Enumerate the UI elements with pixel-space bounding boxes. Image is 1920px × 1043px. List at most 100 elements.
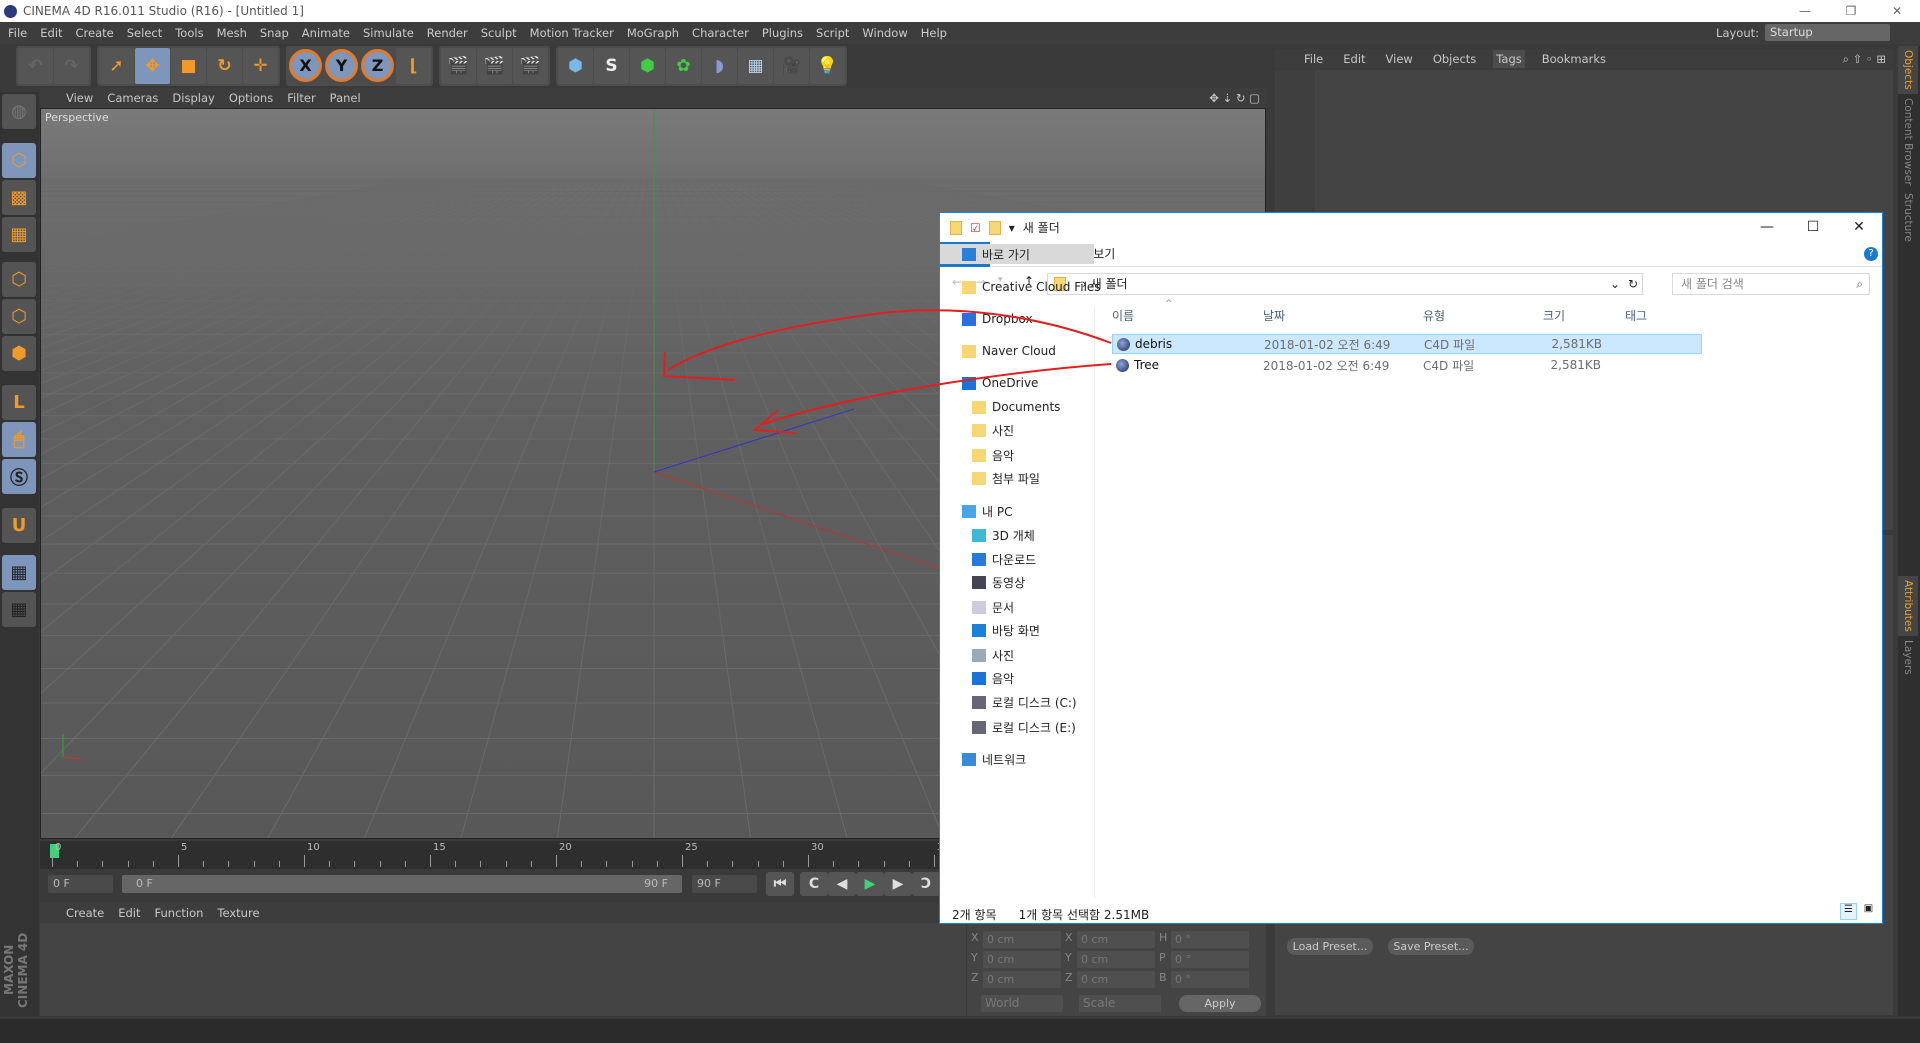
material-menu-create[interactable]: Create (66, 906, 104, 920)
material-menu-edit[interactable]: Edit (118, 906, 140, 920)
column-header-4[interactable]: 태그 (1625, 307, 1647, 324)
back-button[interactable]: ← (952, 275, 962, 289)
y-axis-lock-button[interactable]: Y (325, 49, 358, 82)
tab-attributes[interactable]: Attributes (1898, 576, 1918, 637)
menu-script[interactable]: Script (816, 26, 849, 40)
snap-magnet-button[interactable]: U (2, 508, 36, 543)
column-header-1[interactable]: 날짜 (1263, 307, 1285, 324)
nav-item[interactable]: 음악 (972, 668, 1014, 688)
new-folder-icon[interactable] (988, 220, 1001, 235)
previous-key-button[interactable]: C (800, 872, 828, 896)
viewport-nav-icons[interactable]: ✥ ⇣ ↻ ▢ (1209, 91, 1260, 105)
move-tool-button[interactable]: ✥ (135, 48, 170, 84)
coordinate-system-button[interactable]: ⌊ (396, 48, 431, 84)
subdivision-surface-button[interactable]: ⬢ (630, 48, 665, 84)
rotate-tool-button[interactable]: ↻ (207, 48, 242, 84)
explorer-minimize-button[interactable]: — (1744, 213, 1790, 242)
tweak-mode-button[interactable]: 🖱 (2, 422, 36, 457)
column-header-3[interactable]: 크기 (1543, 307, 1565, 324)
menu-render[interactable]: Render (427, 26, 468, 40)
viewport-menu-display[interactable]: Display (172, 91, 214, 105)
objects-menu-edit[interactable]: Edit (1340, 50, 1368, 68)
nav-item[interactable]: 음악 (972, 445, 1014, 465)
redo-button[interactable]: ↷ (54, 48, 89, 84)
refresh-icon[interactable]: ↻ (1628, 274, 1638, 294)
nav-item[interactable]: 동영상 (972, 572, 1025, 592)
end-frame-field[interactable]: 90 F (692, 875, 757, 893)
menu-animate[interactable]: Animate (302, 26, 350, 40)
objects-menu-view[interactable]: View (1383, 50, 1416, 68)
menu-mograph[interactable]: MoGraph (627, 26, 679, 40)
nav-item[interactable]: Creative Cloud Files (962, 277, 1101, 297)
nav-item[interactable]: 내 PC (962, 501, 1012, 521)
texture-mode-button[interactable]: ▩ (2, 180, 36, 215)
viewport-menu-view[interactable]: View (66, 91, 93, 105)
edges-mode-button[interactable]: ⬡ (2, 299, 36, 334)
workplane-align-button[interactable]: ▦ (2, 592, 36, 627)
nav-item[interactable]: 다운로드 (972, 549, 1036, 569)
deformer-button[interactable]: ◗ (702, 48, 737, 84)
objects-menu-bookmarks[interactable]: Bookmarks (1539, 50, 1609, 68)
menu-tools[interactable]: Tools (175, 26, 203, 40)
viewport-menu-options[interactable]: Options (229, 91, 273, 105)
menu-help[interactable]: Help (921, 26, 947, 40)
nav-item[interactable]: OneDrive (962, 373, 1038, 393)
scale-tool-button[interactable]: ■ (171, 48, 206, 84)
nav-item[interactable]: 로컬 디스크 (E:) (972, 717, 1076, 737)
search-input[interactable]: 새 폴더 검색 ⌕ (1672, 273, 1870, 295)
restore-button[interactable]: ❐ (1828, 0, 1874, 22)
column-header-0[interactable]: 이름 (1112, 307, 1134, 324)
help-icon[interactable]: ? (1864, 247, 1878, 261)
coord-field[interactable]: 0 cm (983, 951, 1061, 968)
nav-item[interactable]: 3D 개체 (972, 525, 1035, 545)
model-mode-button[interactable]: ⬡ (2, 143, 36, 178)
coord-mode-dropdown[interactable]: Scale (1079, 995, 1161, 1012)
nav-item[interactable]: 사진 (972, 420, 1014, 440)
save-preset-button[interactable]: Save Preset... (1388, 938, 1474, 955)
coord-field[interactable]: 0 cm (983, 931, 1061, 948)
column-header-2[interactable]: 유형 (1423, 307, 1445, 324)
menu-create[interactable]: Create (76, 26, 114, 40)
menu-select[interactable]: Select (127, 26, 162, 40)
previous-frame-button[interactable]: ◀ (828, 872, 856, 896)
viewport-menu-cameras[interactable]: Cameras (107, 91, 158, 105)
coord-field[interactable]: 0 cm (1077, 951, 1155, 968)
tab-layers[interactable]: Layers (1898, 636, 1918, 679)
polygons-mode-button[interactable]: ⬢ (2, 336, 36, 371)
nav-item[interactable]: 문서 (972, 597, 1014, 617)
nav-item[interactable]: 사진 (972, 645, 1014, 665)
address-bar[interactable]: › 새 폴더 ↻ ⌄ (1047, 273, 1643, 295)
close-button[interactable]: ✕ (1874, 0, 1920, 22)
nav-item[interactable]: 바탕 화면 (972, 620, 1040, 640)
explorer-maximize-button[interactable]: ☐ (1790, 213, 1836, 242)
render-view-button[interactable]: 🎬 (441, 48, 476, 84)
objects-menu-tags[interactable]: Tags (1493, 50, 1525, 68)
floor-button[interactable]: ▦ (738, 48, 773, 84)
light-button[interactable]: 💡 (810, 48, 845, 84)
axis-mode-button[interactable]: L (2, 385, 36, 420)
layout-dropdown[interactable]: Startup (1765, 24, 1890, 41)
material-menu-texture[interactable]: Texture (217, 906, 259, 920)
select-tool-button[interactable]: ➚ (99, 48, 134, 84)
workplane-mode-button[interactable]: ▦ (2, 217, 36, 252)
minimize-button[interactable]: — (1782, 0, 1828, 22)
soft-selection-button[interactable]: Ⓢ (2, 459, 36, 494)
make-editable-button[interactable]: ◍ (2, 94, 36, 129)
current-frame-field[interactable]: 0 F (48, 875, 113, 893)
nav-item[interactable]: 첨부 파일 (972, 468, 1040, 488)
tab-structure[interactable]: Structure (1898, 189, 1918, 246)
menu-window[interactable]: Window (862, 26, 907, 40)
coord-field[interactable]: 0 cm (1077, 971, 1155, 988)
material-menu-function[interactable]: Function (155, 906, 204, 920)
coord-field[interactable]: 0 cm (983, 971, 1061, 988)
x-axis-lock-button[interactable]: X (289, 49, 322, 82)
coord-field[interactable]: 0 cm (1077, 931, 1155, 948)
cube-object-button[interactable]: ⬢ (558, 48, 593, 84)
render-settings-button[interactable]: 🎬 (513, 48, 548, 84)
menu-mesh[interactable]: Mesh (217, 26, 247, 40)
frame-range-slider[interactable]: 0 F 90 F (122, 875, 682, 893)
address-dropdown-icon[interactable]: ⌄ (1610, 274, 1620, 294)
next-key-button[interactable]: Ↄ (912, 872, 940, 896)
objects-menu-objects[interactable]: Objects (1430, 50, 1479, 68)
go-to-start-button[interactable]: ⏮ (766, 872, 794, 896)
